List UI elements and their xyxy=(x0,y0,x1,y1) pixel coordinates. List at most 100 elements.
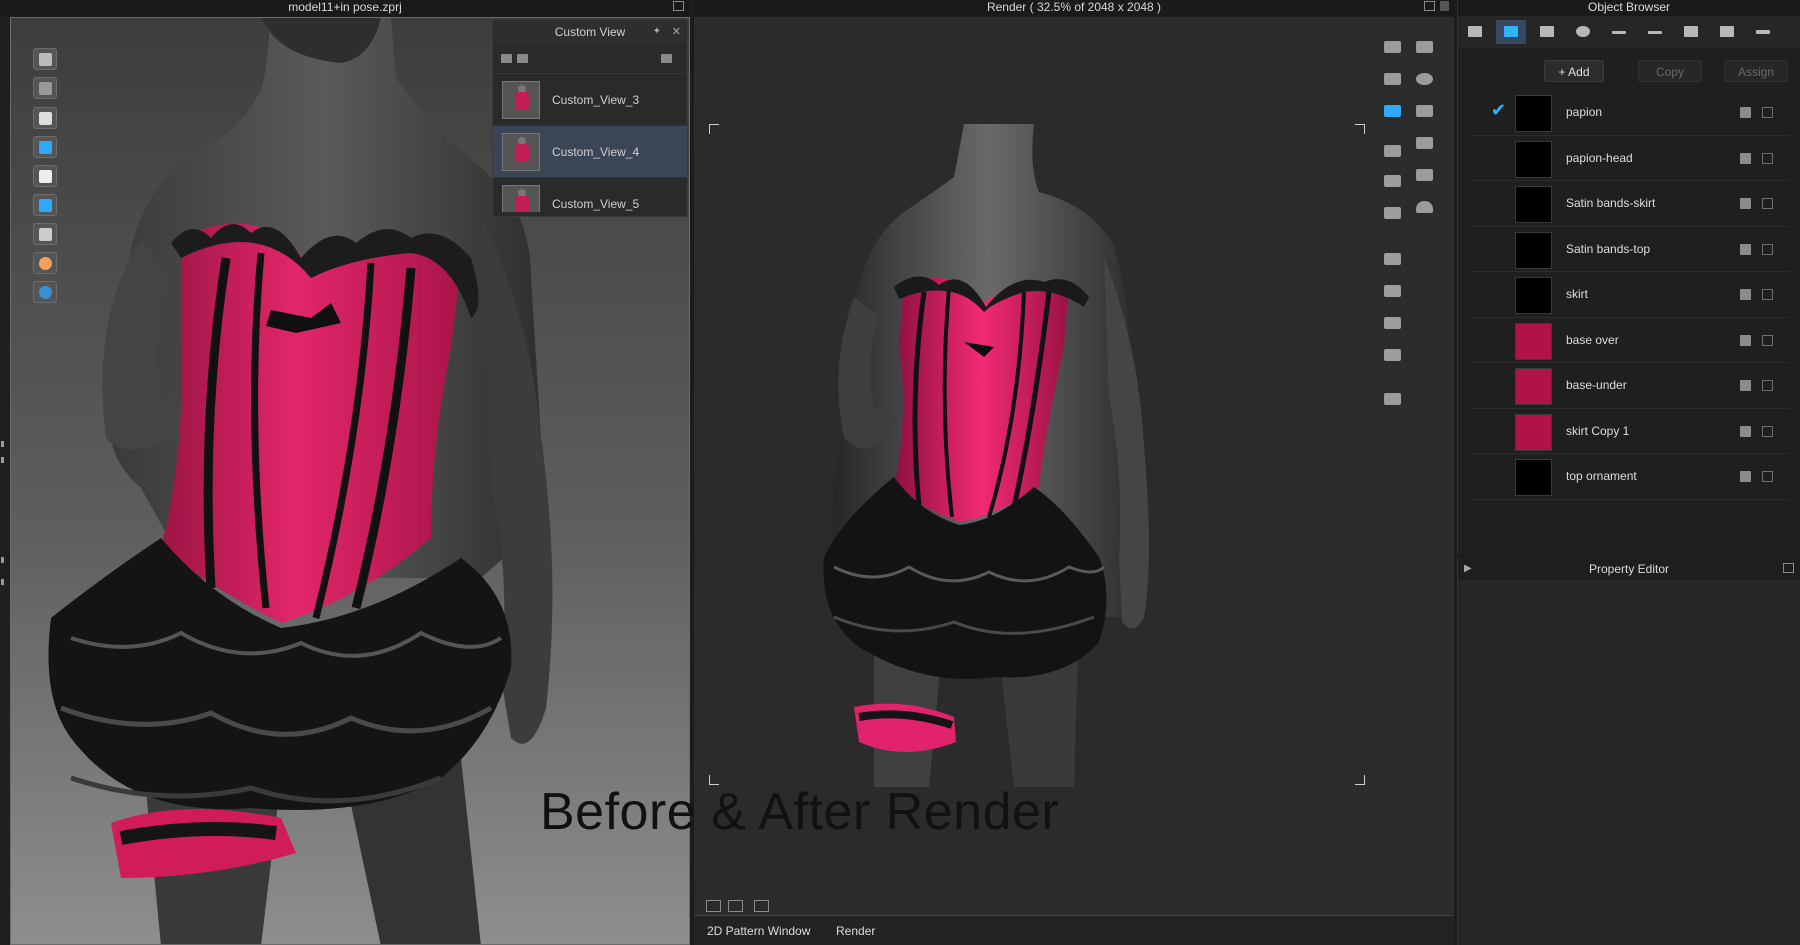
render-maximize-icon[interactable] xyxy=(1424,1,1435,11)
material-lock-icon[interactable] xyxy=(1740,152,1751,164)
edge-marker xyxy=(1,457,4,463)
custom-view-toolbar xyxy=(493,44,687,74)
image-settings-button[interactable] xyxy=(1380,248,1406,270)
add-button[interactable]: + Add xyxy=(1544,60,1604,82)
close-icon[interactable]: ✕ xyxy=(672,20,681,44)
texture-view-button[interactable] xyxy=(33,223,57,245)
shirt-tool-button[interactable] xyxy=(33,107,57,129)
material-visibility-icon[interactable] xyxy=(1762,471,1773,482)
avatar-show-button[interactable] xyxy=(33,165,57,187)
save-icon[interactable] xyxy=(517,54,528,63)
globe-button[interactable] xyxy=(33,281,57,303)
turntable-button[interactable] xyxy=(1380,388,1406,410)
custom-view-panel: Custom View ✦ ✕ Custom_View_3 Custom_Vie… xyxy=(492,19,688,217)
assign-button[interactable]: Assign xyxy=(1724,60,1788,82)
material-visibility-icon[interactable] xyxy=(1762,198,1773,209)
material-visibility-icon[interactable] xyxy=(1762,107,1773,118)
tab-2d-pattern-window[interactable]: 2D Pattern Window xyxy=(707,924,810,938)
fabric-tool-button[interactable] xyxy=(33,136,57,158)
material-lock-icon[interactable] xyxy=(1740,198,1751,209)
render-save-button[interactable] xyxy=(1380,140,1406,162)
material-visibility-icon[interactable] xyxy=(1762,380,1773,391)
render-viewport[interactable] xyxy=(694,17,1454,915)
material-row[interactable]: Satin bands-skirt xyxy=(1469,181,1789,227)
view-thumbnail xyxy=(502,81,540,119)
render-settings-button[interactable] xyxy=(1380,344,1406,366)
material-row[interactable]: Satin bands-top xyxy=(1469,227,1789,272)
material-lock-icon[interactable] xyxy=(1740,471,1751,482)
material-lock-icon[interactable] xyxy=(1740,334,1751,346)
fabric-icon xyxy=(39,141,52,154)
grid-icon[interactable] xyxy=(754,900,769,912)
custom-view-item[interactable]: Custom_View_4 xyxy=(493,126,687,178)
material-visibility-icon[interactable] xyxy=(1762,243,1773,255)
material-row[interactable]: papion-head xyxy=(1469,136,1789,181)
image-button[interactable] xyxy=(1380,202,1406,224)
tab-trim[interactable] xyxy=(1748,20,1778,44)
camera-button[interactable] xyxy=(1380,170,1406,192)
zoom-100-icon[interactable] xyxy=(706,900,721,912)
material-lock-icon[interactable] xyxy=(1740,107,1751,118)
material-lock-icon[interactable] xyxy=(1740,425,1751,437)
folder-open-icon[interactable] xyxy=(501,54,512,63)
tab-zipper[interactable] xyxy=(1676,20,1706,44)
material-name: papion xyxy=(1566,105,1603,119)
tab-button[interactable] xyxy=(1568,20,1598,44)
left-maximize-icon[interactable] xyxy=(673,1,684,11)
material-name: papion-head xyxy=(1566,150,1633,165)
material-row[interactable]: ✔ papion xyxy=(1469,90,1789,136)
view-thumbnail xyxy=(502,133,540,171)
button-icon xyxy=(1576,26,1590,37)
material-name: base-under xyxy=(1566,378,1627,392)
custom-view-item[interactable]: Custom_View_3 xyxy=(493,74,687,126)
material-row[interactable]: base-under xyxy=(1469,363,1789,409)
material-row[interactable]: skirt xyxy=(1469,272,1789,318)
custom-view-item[interactable]: Custom_View_5 xyxy=(493,178,687,212)
expand-arrow-icon[interactable]: ▶ xyxy=(1464,558,1472,580)
property-editor-maximize-icon[interactable] xyxy=(1783,563,1794,573)
material-visibility-icon[interactable] xyxy=(1762,334,1773,346)
solid-view-button[interactable] xyxy=(33,194,57,216)
before-after-caption: Before & After Render xyxy=(540,783,1060,841)
render-refresh-button[interactable] xyxy=(1380,36,1406,58)
camera-icon xyxy=(1384,175,1401,187)
cone-button[interactable] xyxy=(1412,132,1438,154)
material-visibility-icon[interactable] xyxy=(1762,425,1773,437)
fit-view-icon[interactable] xyxy=(728,900,743,912)
tab-line[interactable] xyxy=(1640,20,1670,44)
pin-icon[interactable]: ✦ xyxy=(653,20,661,44)
material-lock-icon[interactable] xyxy=(1740,289,1751,300)
render-refresh-icon xyxy=(1384,41,1401,53)
fabric-icon xyxy=(1504,26,1518,37)
tab-list[interactable] xyxy=(1460,20,1490,44)
material-row[interactable]: base over xyxy=(1469,318,1789,363)
material-visibility-icon[interactable] xyxy=(1762,152,1773,164)
download-button[interactable] xyxy=(1412,36,1438,58)
render-pin-icon[interactable] xyxy=(1440,1,1449,11)
camera-settings-button[interactable] xyxy=(1380,280,1406,302)
light-settings-button[interactable] xyxy=(1380,312,1406,334)
material-lock-icon[interactable] xyxy=(1740,243,1751,255)
dome-button[interactable] xyxy=(1412,196,1438,218)
left-window-titlebar: model11+in pose.zprj xyxy=(0,0,690,16)
brush-button[interactable] xyxy=(1412,100,1438,122)
tab-fabric[interactable] xyxy=(1496,20,1526,44)
material-row[interactable]: skirt Copy 1 xyxy=(1469,409,1789,454)
avatar-tool-button[interactable] xyxy=(33,48,57,70)
material-lock-icon[interactable] xyxy=(1740,380,1751,391)
avatar-show-icon xyxy=(39,170,52,183)
camera-icon[interactable] xyxy=(661,54,672,63)
plane-button[interactable] xyxy=(1412,164,1438,186)
tab-topstitch[interactable] xyxy=(1604,20,1634,44)
render-play-button[interactable] xyxy=(1380,68,1406,90)
tab-render[interactable]: Render xyxy=(836,924,875,938)
material-visibility-icon[interactable] xyxy=(1762,289,1773,300)
skin-button[interactable] xyxy=(33,252,57,274)
tab-pattern[interactable] xyxy=(1532,20,1562,44)
render-clapper-button[interactable] xyxy=(1380,100,1406,122)
garment-tool-button[interactable] xyxy=(33,77,57,99)
copy-button[interactable]: Copy xyxy=(1638,60,1702,82)
tab-graphic[interactable] xyxy=(1712,20,1742,44)
material-row[interactable]: top ornament xyxy=(1469,454,1789,500)
environment-button[interactable] xyxy=(1412,68,1438,90)
